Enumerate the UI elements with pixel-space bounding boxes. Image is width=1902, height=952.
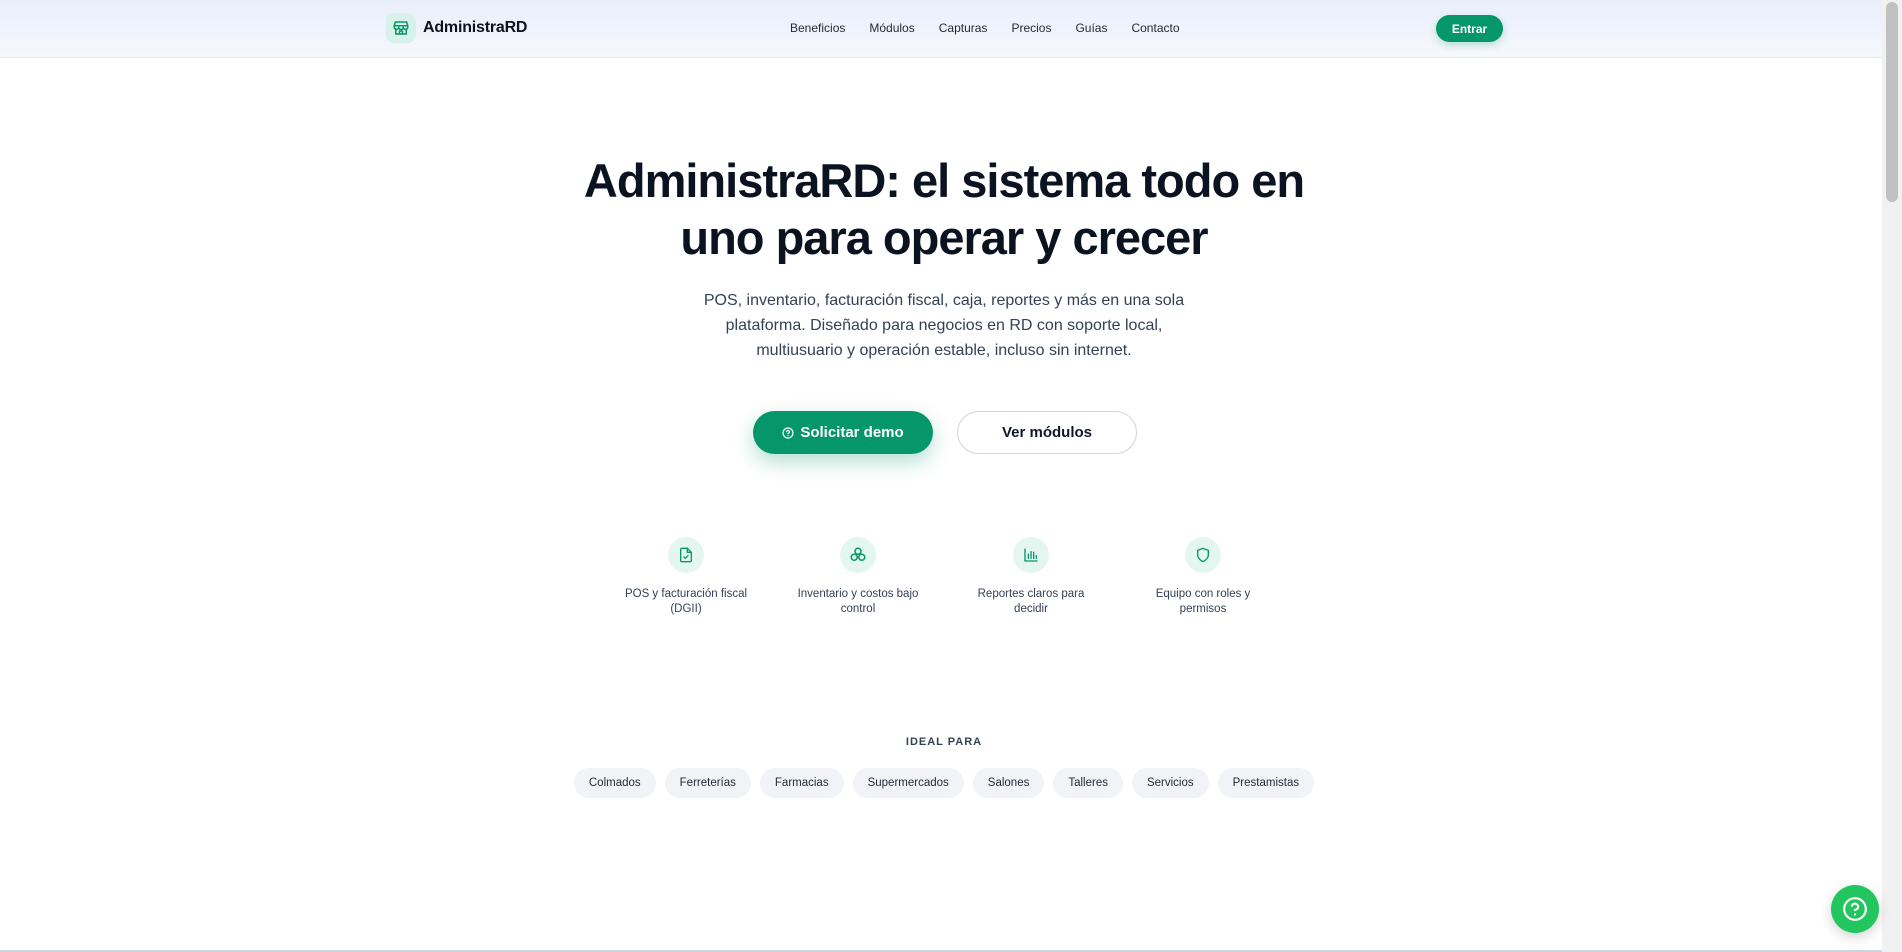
invoice-check-icon	[668, 537, 704, 573]
feature-label: Equipo con roles y permisos	[1155, 588, 1251, 615]
question-circle-icon	[1843, 897, 1867, 921]
request-demo-label: Solicitar demo	[800, 424, 904, 441]
nav-link-guias[interactable]: Guías	[1075, 20, 1107, 36]
feature-item: Inventario y costos bajo control	[788, 537, 928, 617]
nav-link-contacto[interactable]: Contacto	[1131, 20, 1179, 36]
chip-ferreterias[interactable]: Ferreterías	[664, 768, 751, 798]
ideal-for-heading: IDEAL PARA	[905, 736, 983, 748]
nav-link-precios[interactable]: Precios	[1011, 20, 1051, 36]
feature-label: Inventario y costos bajo control	[797, 588, 919, 615]
login-button[interactable]: Entrar	[1436, 15, 1503, 42]
nav-link-modulos[interactable]: Módulos	[869, 20, 914, 36]
bar-chart-icon	[1013, 537, 1049, 573]
brand-name: AdministraRD	[423, 19, 528, 36]
boxes-icon	[840, 537, 876, 573]
page-scrollbar[interactable]	[1882, 0, 1902, 952]
chip-farmacias[interactable]: Farmacias	[759, 768, 844, 798]
scrollbar-thumb[interactable]	[1886, 2, 1898, 202]
help-button[interactable]	[1831, 885, 1879, 933]
chip-talleres[interactable]: Talleres	[1053, 768, 1123, 798]
nav-link-beneficios[interactable]: Beneficios	[790, 20, 845, 36]
chip-prestamistas[interactable]: Prestamistas	[1217, 768, 1315, 798]
shield-icon	[1185, 537, 1221, 573]
nav-link-capturas[interactable]: Capturas	[939, 20, 988, 36]
chip-colmados[interactable]: Colmados	[573, 768, 656, 798]
feature-item: POS y facturación fiscal (DGII)	[616, 537, 756, 617]
storefront-icon	[386, 13, 416, 43]
main-nav: Beneficios Módulos Capturas Precios Guía…	[790, 20, 1204, 36]
hero-subtitle: POS, inventario, facturación fiscal, caj…	[703, 292, 1185, 359]
feature-item: Equipo con roles y permisos	[1133, 537, 1273, 617]
feature-item: Reportes claros para decidir	[961, 537, 1101, 617]
brand-logo[interactable]: AdministraRD	[386, 13, 527, 43]
feature-label: Reportes claros para decidir	[977, 588, 1085, 615]
business-type-chips: Colmados Ferreterías Farmacias Supermerc…	[560, 768, 1328, 798]
feature-label: POS y facturación fiscal (DGII)	[624, 588, 748, 615]
help-circle-icon	[782, 426, 794, 439]
request-demo-button[interactable]: Solicitar demo	[753, 411, 933, 454]
hero-title: AdministraRD: el sistema todo en uno par…	[583, 154, 1305, 264]
view-modules-button[interactable]: Ver módulos	[957, 411, 1137, 454]
chip-supermercados[interactable]: Supermercados	[852, 768, 964, 798]
chip-servicios[interactable]: Servicios	[1131, 768, 1209, 798]
top-navbar: AdministraRD Beneficios Módulos Capturas…	[0, 0, 1882, 58]
chip-salones[interactable]: Salones	[972, 768, 1045, 798]
